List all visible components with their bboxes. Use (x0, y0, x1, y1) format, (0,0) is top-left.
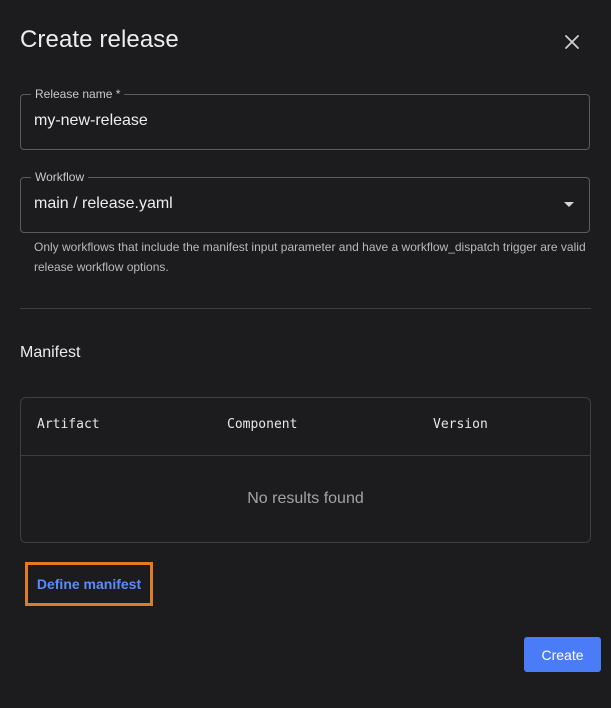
release-name-field[interactable]: Release name * my-new-release (20, 87, 590, 150)
release-name-input[interactable]: my-new-release (34, 112, 148, 130)
release-name-label: Release name * (31, 87, 125, 101)
close-icon (565, 35, 579, 49)
column-header-component: Component (227, 417, 298, 432)
table-header: Artifact Component Version (21, 398, 590, 456)
dialog-title: Create release (20, 26, 179, 53)
empty-state-message: No results found (247, 490, 364, 507)
chevron-down-icon[interactable] (564, 202, 574, 207)
workflow-select[interactable]: Workflow main / release.yaml (20, 170, 590, 233)
workflow-selected-value: main / release.yaml (34, 195, 173, 212)
section-divider (20, 308, 591, 309)
manifest-table: Artifact Component Version No results fo… (20, 397, 591, 543)
close-button[interactable] (556, 26, 588, 58)
workflow-label: Workflow (31, 170, 89, 184)
manifest-section-title: Manifest (20, 344, 81, 361)
column-header-version: Version (433, 417, 488, 432)
define-manifest-highlight: Define manifest (25, 562, 153, 606)
create-button[interactable]: Create (524, 637, 601, 672)
workflow-helper-text: Only workflows that include the manifest… (34, 240, 586, 274)
column-header-artifact: Artifact (37, 417, 100, 432)
define-manifest-link[interactable]: Define manifest (37, 576, 141, 592)
